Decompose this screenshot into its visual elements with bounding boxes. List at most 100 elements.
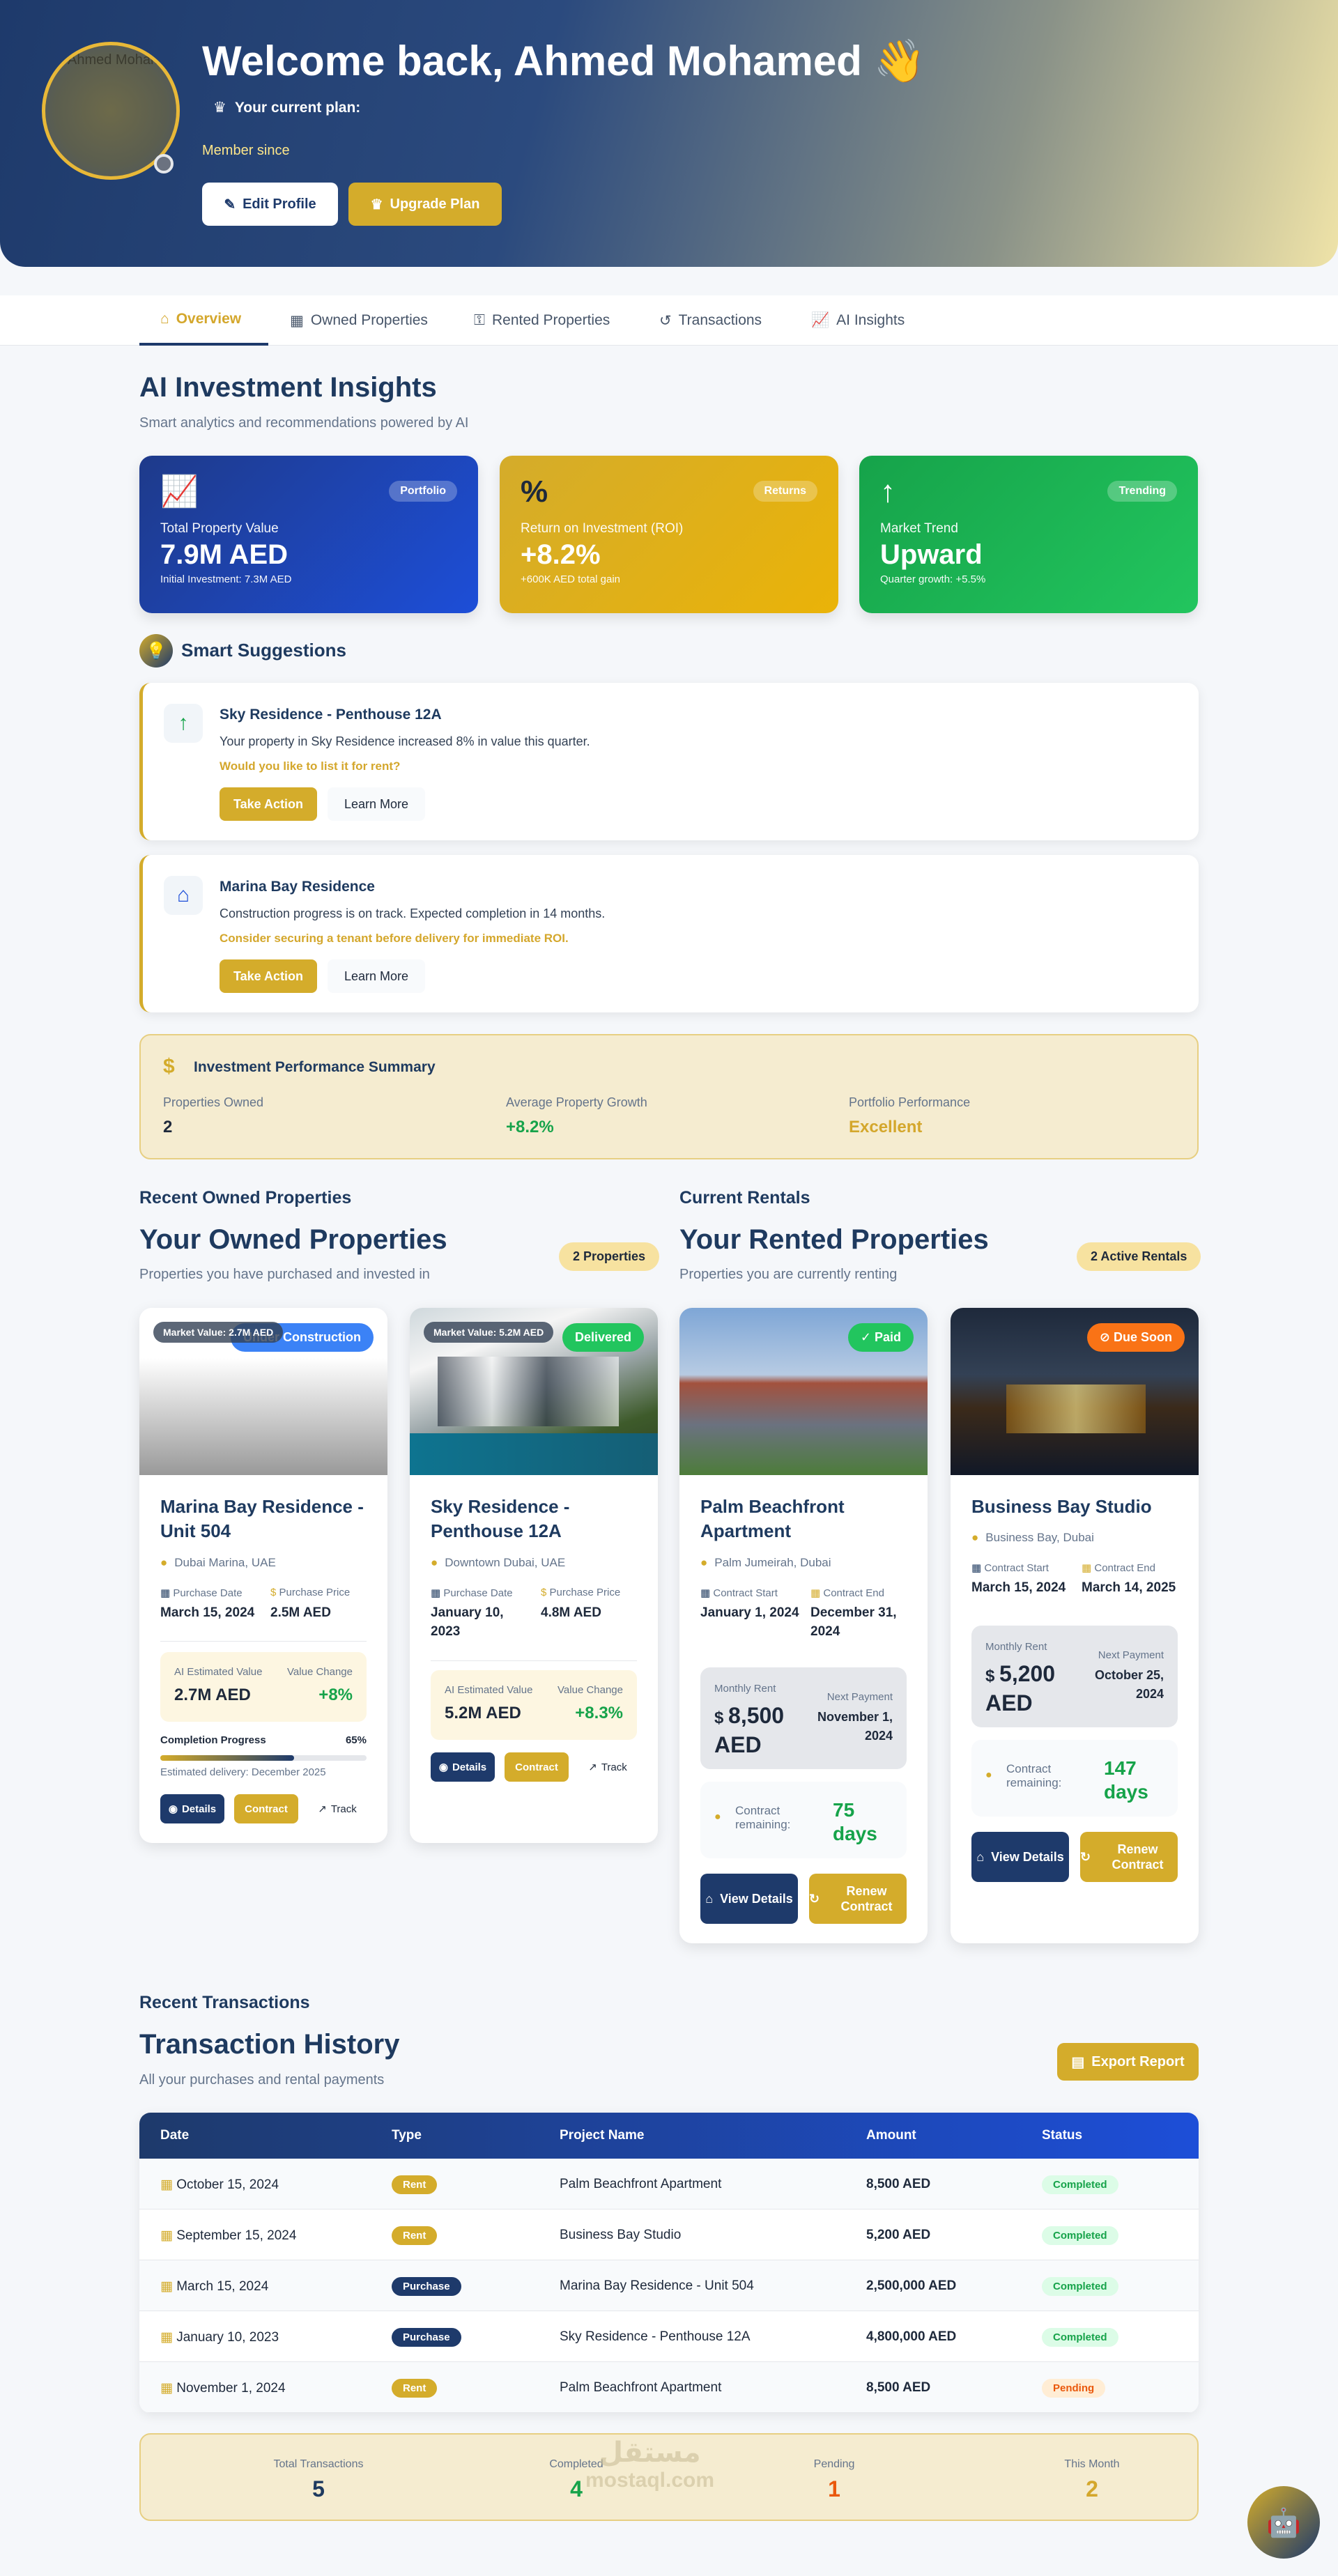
tab-label: Overview [176,311,242,327]
tab-ai-insights[interactable]: 📈 AI Insights [811,295,905,346]
profile-hero: Ahmed Mohamed Welcome back, Ahmed Mohame… [0,0,1338,267]
contract-button[interactable]: Contract [505,1752,569,1782]
upgrade-plan-button[interactable]: ♛ Upgrade Plan [348,183,502,226]
property-image: Delivered Market Value: 5.2M AED [410,1308,658,1475]
tab-owned-properties[interactable]: ▦ Owned Properties [290,295,428,346]
owned-property-card[interactable]: Delivered Market Value: 5.2M AED Sky Res… [410,1308,658,1843]
button-label: View Details [991,1850,1064,1864]
date-text: January 10, 2023 [176,2330,279,2345]
take-action-button[interactable]: Take Action [220,959,317,993]
rented-property-card[interactable]: ⊘ Due Soon Business Bay Studio ● Business… [951,1308,1199,1943]
date-cell: ▦ November 1, 2024 [160,2380,286,2396]
chart-line-icon: ↗ [588,1761,597,1773]
table-row[interactable]: ▦ October 15, 2024 Rent Palm Beachfront Ap… [139,2159,1199,2209]
progress-fill [160,1755,295,1761]
date-cell: ▦ October 15, 2024 [160,2177,279,2193]
document-icon: ▤ [1071,2054,1085,2070]
rent-box: Monthly Rent $ 8,500 AED Next Payment No… [700,1667,907,1769]
stat-pill: Portfolio [389,481,457,502]
learn-more-button[interactable]: Learn More [328,959,425,993]
label-text: Contract Start [984,1562,1049,1574]
take-action-button[interactable]: Take Action [220,787,317,821]
column-header: Date [160,2128,190,2143]
tab-label: Transactions [678,312,762,328]
ai-value-box: AI Estimated Value 2.7M AED Value Change… [160,1652,367,1722]
view-details-button[interactable]: ⌂ View Details [700,1874,798,1924]
performance-summary: $ Investment Performance Summary Propert… [139,1034,1199,1159]
edit-profile-button[interactable]: ✎ Edit Profile [202,183,338,226]
track-button[interactable]: ↗ Track [308,1794,367,1823]
lightbulb-icon: 💡 [139,634,173,668]
eye-icon: ◉ [168,1803,178,1815]
contract-button[interactable]: Contract [234,1794,298,1823]
property-name: Business Bay Studio [971,1496,1152,1517]
amount-cell: 5,200 AED [866,2228,931,2242]
type-cell: Rent [392,2226,438,2245]
column-header: Amount [866,2128,916,2143]
calendar-icon: ▦ [160,1587,171,1599]
calendar-icon: ▦ [160,2228,177,2243]
metric-label: Portfolio Performance [849,1095,971,1109]
chatbot-button[interactable]: 🤖 [1247,2486,1320,2559]
progress-bar [160,1755,367,1761]
transactions-subtitle: All your purchases and rental payments [139,2072,385,2088]
tab-overview[interactable]: ⌂ Overview [139,295,268,346]
rented-property-card[interactable]: ✓ Paid Palm Beachfront Apartment ● Palm J… [679,1308,928,1943]
watermark-latin: mostaql.com [585,2469,715,2492]
status-cell: Pending [1042,2379,1106,2398]
upgrade-plan-label: Upgrade Plan [390,196,480,212]
button-label: Details [181,1803,217,1815]
ai-value-box: AI Estimated Value 5.2M AED Value Change… [431,1670,637,1740]
suggestion-question: Consider securing a tenant before delive… [220,932,569,945]
home-icon: ⌂ [164,876,203,915]
date-cell: ▦ March 15, 2024 [160,2278,268,2295]
delivery-estimate: Estimated delivery: December 2025 [160,1766,326,1778]
contract-remaining: ● Contract remaining: 75 days [700,1782,907,1858]
button-label: Renew Contract [840,1884,893,1913]
summary-label: Total Transactions [273,2458,364,2470]
suggestion-question: Would you like to list it for rent? [220,759,401,773]
next-payment-label: Next Payment [1098,1649,1164,1661]
tab-transactions[interactable]: ↺ Transactions [659,295,762,346]
dollar-icon: $ [985,1667,1000,1686]
tab-rented-properties[interactable]: ⚿ Rented Properties [474,295,610,346]
tab-label: Owned Properties [310,312,428,328]
monthly-rent: $ 5,200 AED [985,1660,1083,1716]
tab-bar: ⌂ Overview ▦ Owned Properties ⚿ Rented Prop… [0,295,1338,346]
view-details-button[interactable]: ⌂ View Details [971,1832,1069,1882]
button-label: View Details [720,1892,793,1906]
table-row[interactable]: ▦ September 15, 2024 Rent Business Bay Stu… [139,2209,1199,2260]
remaining-label: Contract remaining: [1006,1762,1062,1789]
property-name: Marina Bay Residence - Unit 504 [160,1496,364,1541]
refresh-icon: ↻ [1080,1850,1091,1864]
status-badge: ⊘ Due Soon [1086,1323,1185,1352]
amount-cell: 4,800,000 AED [866,2329,957,2344]
renew-contract-button[interactable]: ↻ Renew Contract [1080,1832,1178,1882]
contract-remaining: ● Contract remaining: 147 days [971,1740,1178,1817]
refresh-icon: ↻ [809,1892,820,1906]
details-button[interactable]: ◉ Details [160,1794,224,1823]
table-row[interactable]: ▦ March 15, 2024 Purchase Marina Bay Resid… [139,2260,1199,2311]
status-cell: Completed [1042,2175,1118,2194]
project-cell: Palm Beachfront Apartment [560,2177,722,2191]
renew-contract-button[interactable]: ↻ Renew Contract [809,1874,907,1924]
owned-property-card[interactable]: Under Construction Market Value: 2.7M AE… [139,1308,387,1843]
stat-value: Upward [880,539,983,570]
suggestion-title: Marina Bay Residence [220,879,375,895]
type-badge: Rent [392,2226,438,2245]
project-cell: Sky Residence - Penthouse 12A [560,2329,751,2344]
export-report-button[interactable]: ▤ Export Report [1057,2043,1199,2081]
details-button[interactable]: ◉ Details [431,1752,495,1782]
table-row[interactable]: ▦ January 10, 2023 Purchase Sky Residence … [139,2311,1199,2362]
home-icon: ⌂ [705,1892,714,1906]
button-label: Track [330,1803,357,1815]
status-badge: Completed [1042,2328,1118,2347]
purchase-date-label: ▦ Purchase Date [431,1587,513,1599]
learn-more-button[interactable]: Learn More [328,787,425,821]
current-plan: ♛ Your current plan: [213,99,360,116]
table-row[interactable]: ▦ November 1, 2024 Rent Palm Beachfront Ap… [139,2362,1199,2413]
purchase-price: 2.5M AED [270,1605,331,1620]
tab-label: Rented Properties [491,312,610,328]
track-button[interactable]: ↗ Track [578,1752,637,1782]
suggestion-desc: Construction progress is on track. Expec… [220,907,606,920]
